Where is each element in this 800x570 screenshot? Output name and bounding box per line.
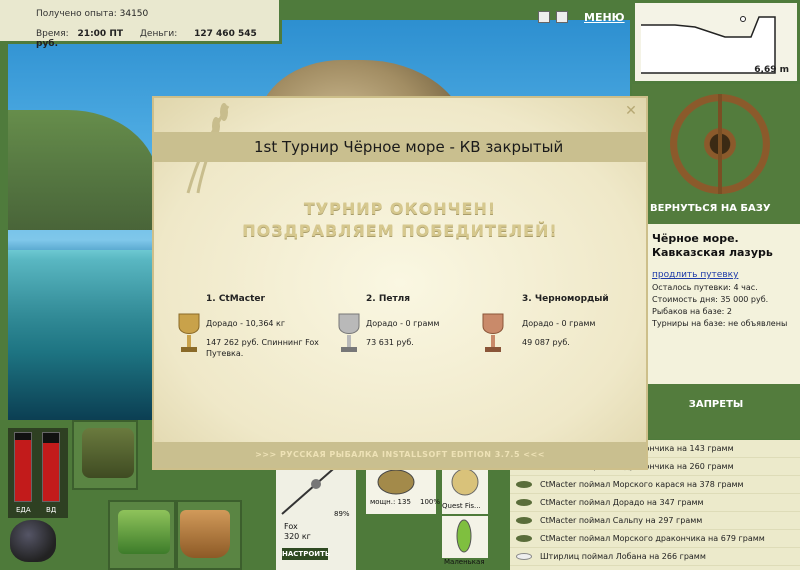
food-label: ЕДА: [16, 506, 31, 514]
log-row: Штирлиц поймал Лобана на 266 грамм: [508, 548, 800, 566]
gold-cup-icon: [178, 313, 200, 352]
lure-slot[interactable]: [442, 516, 488, 558]
headline: ТУРНИР ОКОНЧЕН! ПОЗДРАВЛЯЕМ ПОБЕДИТЕЛЕЙ!: [154, 198, 646, 242]
winner-name: 2. Петля: [366, 294, 411, 304]
headline-line2: ПОЗДРАВЛЯЕМ ПОБЕДИТЕЛЕЙ!: [242, 221, 558, 240]
cauldron-icon[interactable]: [10, 520, 56, 562]
reel-slot[interactable]: [366, 464, 436, 514]
reel-percent: 100%: [419, 498, 440, 506]
fish-icon: [516, 481, 532, 488]
base-title-line1: Чёрное море.: [652, 232, 739, 245]
silver-cup-icon: [338, 313, 360, 352]
money-label: Деньги:: [139, 29, 178, 39]
time-left: Осталось путевки: 4 час.: [652, 283, 758, 292]
fish-icon: [516, 535, 532, 542]
winner-prize: 73 631 руб.: [366, 338, 414, 347]
drink-fill: [43, 443, 59, 501]
drink-bar: [42, 432, 60, 502]
fish-icon: [516, 499, 532, 506]
reel-info: мощн.: 135 100%: [370, 498, 440, 506]
sound-icon[interactable]: [556, 11, 568, 23]
winner-third: 3. Черномордый Дорадо - 0 грамм 49 087 р…: [482, 294, 632, 352]
depth-value: 6,69 m: [754, 65, 789, 75]
experience-row: Получено опыта: 34150: [36, 9, 148, 19]
winner-catch: Дорадо - 10,364 кг: [206, 319, 286, 328]
pause-icon[interactable]: [538, 11, 550, 23]
winner-catch: Дорадо - 0 грамм: [366, 319, 440, 328]
return-to-base-button[interactable]: ВЕРНУТЬСЯ НА БАЗУ: [632, 199, 800, 219]
top-toolbar: МЕНЮ: [538, 8, 625, 26]
headline-line1: ТУРНИР ОКОНЧЕН!: [303, 199, 497, 218]
log-text: CtMacter поймал Дорадо на 347 грамм: [540, 498, 704, 507]
version-footer: >>> РУССКАЯ РЫБАЛКА INSTALLSOFT EDITION …: [154, 442, 646, 468]
log-text: Штирлиц поймал Лобана на 266 грамм: [540, 552, 706, 561]
food-fill: [15, 439, 31, 501]
winner-details: Дорадо - 0 грамм 73 631 руб.: [366, 318, 488, 348]
base-panel: ВЕРНУТЬСЯ НА БАЗУ Чёрное море. Кавказска…: [632, 84, 800, 439]
basket-icon: [118, 510, 170, 554]
line-label: Quest Fis...: [442, 502, 481, 510]
log-text: CtMacter поймал Сальпу на 297 грамм: [540, 516, 703, 525]
fishers-count: Рыбаков на базе: 2: [652, 307, 732, 316]
drink-label: ВД: [46, 506, 57, 514]
base-title-line2: Кавказская лазурь: [652, 246, 773, 259]
fish-icon: [516, 517, 532, 524]
player-info-panel: Получено опыта: 34150 Время: 21:00 ПТ Де…: [0, 0, 282, 49]
winner-second: 2. Петля Дорадо - 0 грамм 73 631 руб.: [338, 294, 488, 352]
setup-button[interactable]: НАСТРОИТЬ: [282, 548, 330, 560]
tournament-results-dialog: ✕ 1st Турнир Чёрное море - КВ закрытый Т…: [152, 96, 648, 470]
wheel-spoke: [718, 94, 722, 194]
winner-name: 3. Черномордый: [522, 294, 609, 304]
ship-wheel-icon[interactable]: [670, 94, 770, 194]
tournament-title: 1st Турнир Чёрное море - КВ закрытый: [254, 138, 564, 156]
extend-voucher-link[interactable]: продлить путевку: [652, 270, 792, 280]
fish-icon: [516, 553, 532, 560]
log-text: CtMacter поймал Морского карася на 378 г…: [540, 480, 744, 489]
rod-info: Fox 320 кг: [284, 522, 311, 542]
shore-cliff: [8, 110, 158, 230]
experience-label: Получено опыта:: [36, 9, 117, 19]
rod-weight: 320 кг: [284, 532, 311, 541]
log-row: CtMacter поймал Сальпу на 297 грамм: [508, 512, 800, 530]
food-bar: [14, 432, 32, 502]
float-marker-icon: [740, 16, 746, 22]
winner-prize-extra: Путевка.: [206, 349, 244, 358]
experience-value: 34150: [119, 9, 149, 19]
base-info-card: Чёрное море. Кавказская лазурь продлить …: [632, 224, 800, 384]
bans-button[interactable]: ЗАПРЕТЫ: [632, 395, 800, 415]
bucket-icon: [180, 510, 230, 558]
rod-name: Fox: [284, 522, 298, 531]
winner-catch: Дорадо - 0 грамм: [522, 319, 596, 328]
winner-details: Дорадо - 10,364 кг 147 262 руб. Спиннинг…: [206, 318, 328, 359]
reel-power: мощн.: 135: [370, 498, 411, 506]
winner-prize: 147 262 руб. Спиннинг Fox: [206, 338, 319, 347]
lure-label: Маленькая: [444, 558, 485, 566]
winner-prize: 49 087 руб.: [522, 338, 570, 347]
winner-name: 1. CtMacter: [206, 294, 265, 304]
winner-first: 1. CtMacter Дорадо - 10,364 кг 147 262 р…: [178, 294, 328, 359]
menu-button[interactable]: МЕНЮ: [584, 11, 625, 24]
vitals: ЕДА ВД: [8, 428, 68, 518]
log-row: CtMacter поймал Морского карася на 378 г…: [508, 476, 800, 494]
lure-icon: [456, 519, 472, 553]
time-value: 21:00 ПТ: [77, 29, 123, 39]
time-money-row: Время: 21:00 ПТ Деньги: 127 460 545 руб.: [36, 29, 276, 49]
winner-details: Дорадо - 0 грамм 49 087 руб.: [522, 318, 632, 348]
day-cost: Стоимость дня: 35 000 руб.: [652, 295, 769, 304]
time-label: Время:: [36, 29, 69, 39]
close-icon[interactable]: ✕: [624, 104, 638, 118]
game-root: Получено опыта: 34150 Время: 21:00 ПТ Де…: [0, 0, 800, 570]
tournaments-status: Турниры на базе: не объявлены: [652, 319, 788, 328]
bronze-cup-icon: [482, 313, 504, 352]
backpack-icon: [82, 428, 134, 478]
log-row: CtMacter поймал Морского дракончика на 6…: [508, 530, 800, 548]
log-row: CtMacter поймал Дорадо на 347 грамм: [508, 494, 800, 512]
rod-percent: 89%: [334, 510, 350, 518]
depth-profile: 6,69 m: [632, 0, 800, 84]
log-text: CtMacter поймал Морского дракончика на 6…: [540, 534, 765, 543]
